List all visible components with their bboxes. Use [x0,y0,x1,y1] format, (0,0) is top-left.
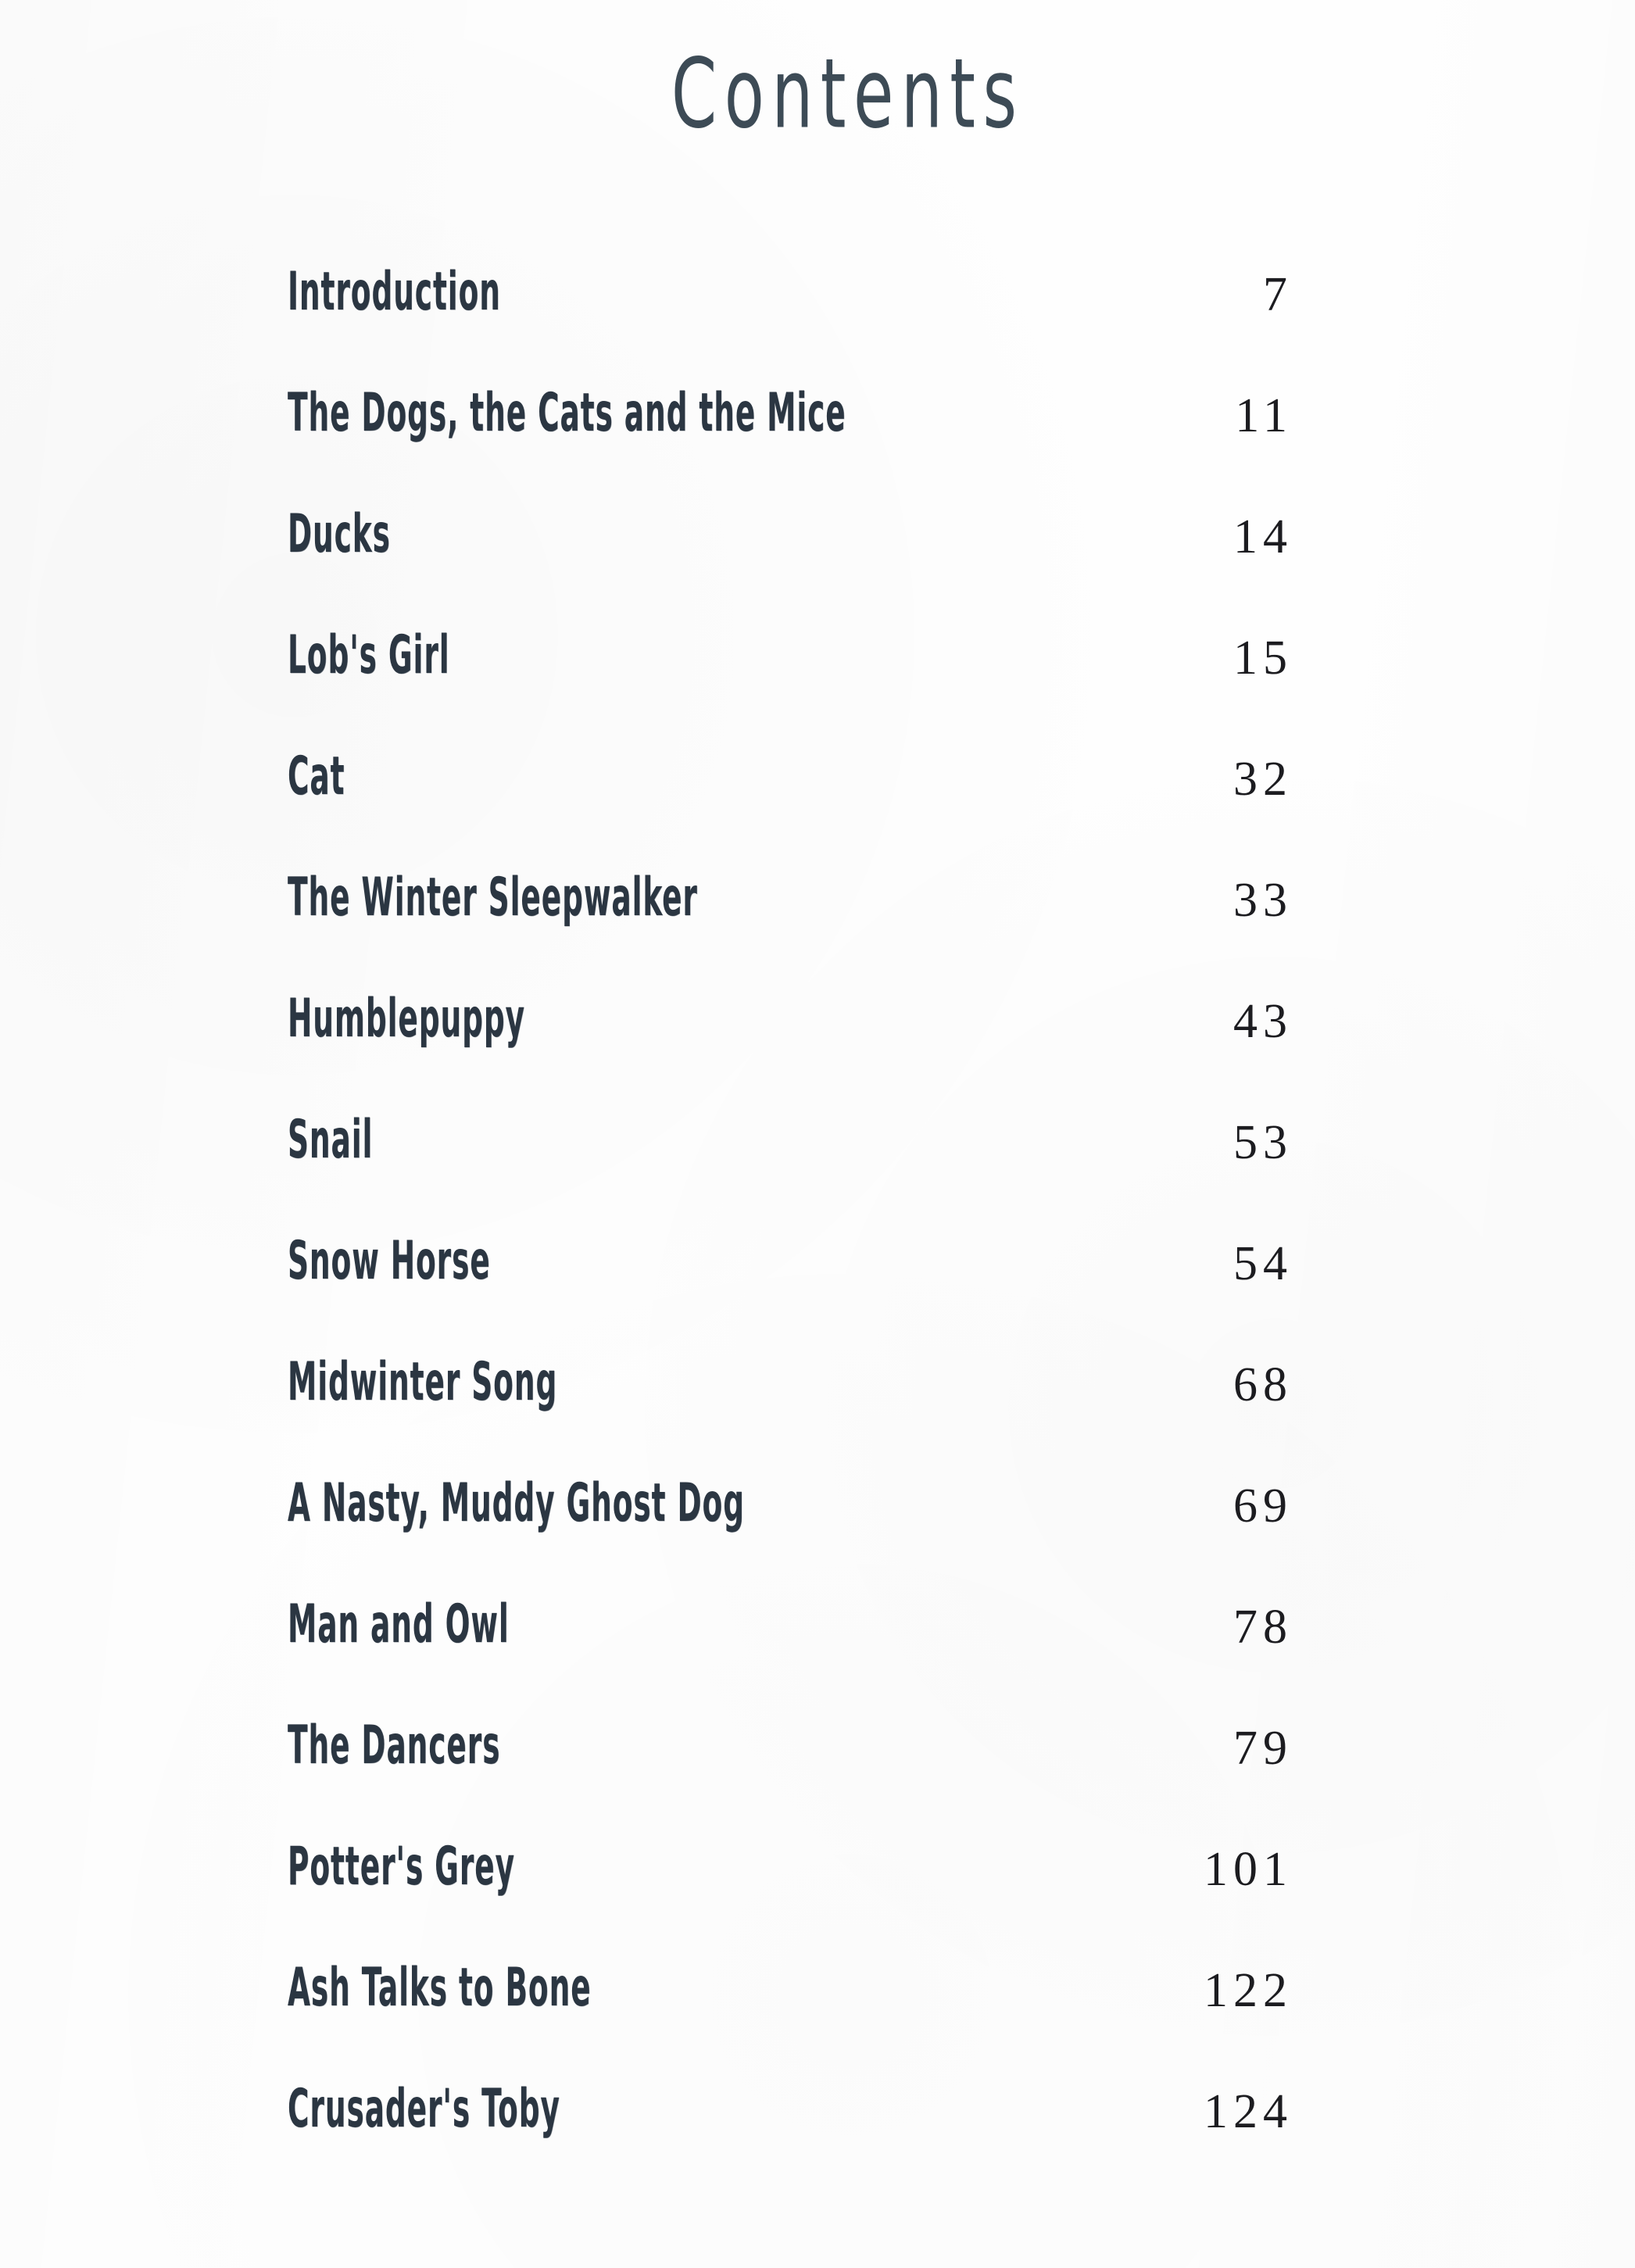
toc-entry-page-number: 33 [1233,874,1293,927]
toc-entry-title[interactable]: Introduction [288,266,501,319]
toc-entry-title[interactable]: Snail [288,1114,373,1167]
toc-entry-page-number: 11 [1235,389,1293,442]
toc-entry-row[interactable]: Crusader's Toby 124 [288,2083,1296,2204]
toc-entry-row[interactable]: Cat 32 [288,750,1296,871]
toc-entry-title[interactable]: The Dogs, the Cats and the Mice [288,387,846,440]
toc-entry-title[interactable]: A Nasty, Muddy Ghost Dog [288,1477,745,1530]
toc-entry-title[interactable]: The Winter Sleepwalker [288,871,698,925]
toc-entry-row[interactable]: The Winter Sleepwalker 33 [288,871,1296,993]
toc-entry-title[interactable]: Midwinter Song [288,1356,557,1409]
toc-entry-page-number: 124 [1204,2085,1293,2138]
toc-entry-page-number: 101 [1204,1843,1293,1896]
toc-entry-title[interactable]: The Dancers [288,1719,500,1773]
toc-entry-page-number: 122 [1204,1964,1293,2017]
toc-entry-row[interactable]: Ducks 14 [288,508,1296,629]
toc-entry-page-number: 53 [1233,1116,1293,1169]
toc-entry-title[interactable]: Ducks [288,508,391,561]
toc-entry-title[interactable]: Man and Owl [288,1598,510,1651]
toc-entry-row[interactable]: Potter's Grey 101 [288,1841,1296,1962]
toc-entry-row[interactable]: The Dogs, the Cats and the Mice 11 [288,387,1296,508]
toc-entry-page-number: 7 [1263,268,1293,321]
toc-entry-row[interactable]: Ash Talks to Bone 122 [288,1962,1296,2083]
toc-entry-row[interactable]: Midwinter Song 68 [288,1356,1296,1477]
toc-entry-row[interactable]: The Dancers 79 [288,1719,1296,1841]
toc-entry-page-number: 69 [1233,1479,1293,1533]
toc-entry-row[interactable]: Snow Horse 54 [288,1235,1296,1356]
toc-entry-page-number: 15 [1233,631,1293,685]
toc-entry-title[interactable]: Crusader's Toby [288,2083,560,2136]
toc-entry-page-number: 78 [1233,1601,1293,1654]
toc-entry-title[interactable]: Cat [288,750,345,803]
table-of-contents-list: Introduction 7 The Dogs, the Cats and the … [288,266,1296,2204]
toc-entry-title[interactable]: Snow Horse [288,1235,491,1288]
page-title: Contents [671,38,1025,151]
toc-entry-row[interactable]: Lob's Girl 15 [288,629,1296,750]
toc-entry-title[interactable]: Humblepuppy [288,993,525,1046]
toc-entry-title[interactable]: Ash Talks to Bone [288,1962,592,2015]
toc-entry-title[interactable]: Lob's Girl [288,629,450,682]
toc-entry-page-number: 14 [1233,510,1293,563]
toc-entry-page-number: 68 [1233,1358,1293,1411]
toc-entry-row[interactable]: Man and Owl 78 [288,1598,1296,1719]
toc-entry-page-number: 54 [1233,1237,1293,1290]
toc-entry-row[interactable]: Snail 53 [288,1114,1296,1235]
toc-entry-row[interactable]: Introduction 7 [288,266,1296,387]
table-of-contents-page: Contents Introduction 7 The Dogs, the Cats… [0,0,1635,2268]
toc-entry-row[interactable]: A Nasty, Muddy Ghost Dog 69 [288,1477,1296,1598]
toc-entry-title[interactable]: Potter's Grey [288,1841,515,1894]
toc-entry-page-number: 43 [1233,995,1293,1048]
toc-entry-page-number: 79 [1233,1722,1293,1775]
toc-entry-page-number: 32 [1233,753,1293,806]
toc-entry-row[interactable]: Humblepuppy 43 [288,993,1296,1114]
